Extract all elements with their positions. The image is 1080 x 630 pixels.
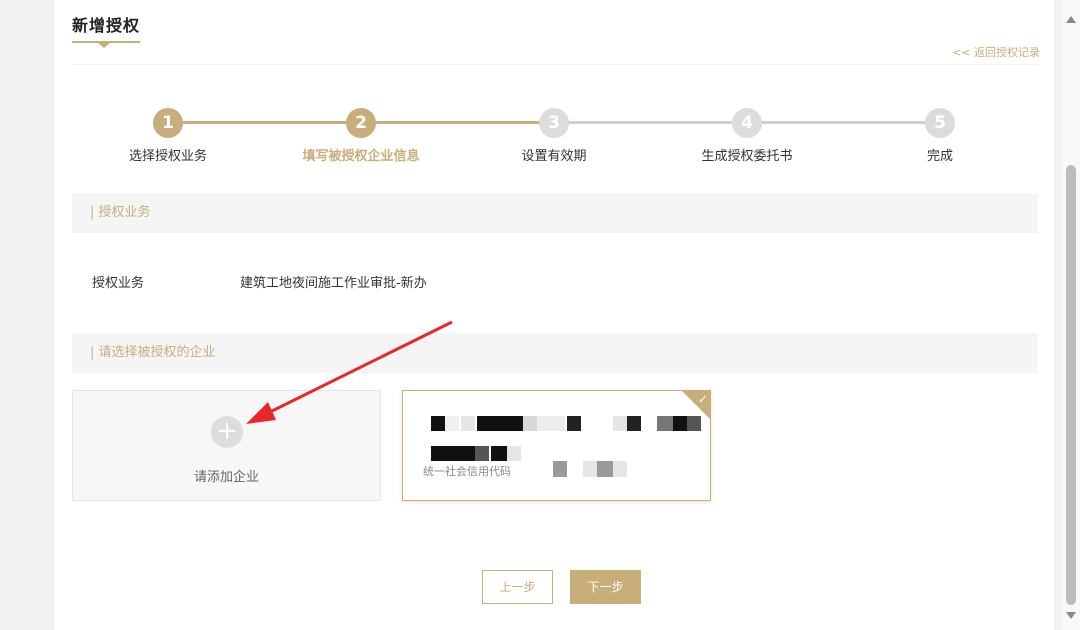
company-card-selected[interactable]: ✓ 统一社会信用代码 (402, 390, 711, 501)
vertical-scrollbar[interactable] (1062, 0, 1080, 630)
redacted-block (477, 416, 523, 431)
scroll-thumb[interactable] (1066, 165, 1076, 605)
title-block: 新增授权 (72, 12, 141, 48)
redacted-block (627, 416, 641, 431)
step-2: 2 填写被授权企业信息 (301, 108, 421, 164)
step-5-label: 完成 (926, 149, 953, 164)
redacted-block (431, 446, 475, 461)
section-header-select-company: | 请选择被授权的企业 (72, 333, 1038, 373)
scroll-up-arrow-icon[interactable] (1066, 16, 1076, 23)
step-3-label: 设置有效期 (521, 149, 587, 164)
redacted-block (613, 461, 627, 477)
redacted-block (613, 416, 627, 431)
back-to-records-link[interactable]: << 返回授权记录 (952, 44, 1040, 60)
section-header-auth-business: | 授权业务 (72, 193, 1038, 233)
redacted-block (445, 416, 459, 431)
step-2-label: 填写被授权企业信息 (302, 149, 420, 164)
redacted-block (673, 416, 687, 431)
redacted-block (475, 446, 489, 461)
redacted-block (431, 416, 445, 431)
step-1-label: 选择授权业务 (128, 149, 207, 164)
step-1: 1 选择授权业务 (108, 108, 228, 164)
redacted-block (491, 446, 507, 461)
step-3: 3 设置有效期 (494, 108, 614, 164)
redacted-block (597, 461, 613, 477)
redacted-block (687, 416, 701, 431)
step-2-circle: 2 (346, 108, 376, 138)
scroll-down-arrow-icon[interactable] (1066, 612, 1076, 619)
next-step-button[interactable]: 下一步 (570, 570, 641, 604)
redacted-credit-code (553, 461, 633, 477)
step-4-label: 生成授权委托书 (701, 149, 793, 164)
redacted-block (567, 416, 581, 431)
step-5: 5 完成 (880, 108, 1000, 164)
step-4-circle: 4 (732, 108, 762, 138)
title-caret-icon (98, 43, 110, 48)
step-1-circle: 1 (153, 108, 183, 138)
auth-business-label: 授权业务 (92, 276, 145, 291)
progress-stepper: 1 选择授权业务 2 填写被授权企业信息 3 设置有效期 4 生成授权委托书 5… (108, 108, 1028, 168)
step-4: 4 生成授权委托书 (687, 108, 807, 164)
step-5-circle: 5 (925, 108, 955, 138)
prev-step-button[interactable]: 上一步 (482, 570, 553, 604)
redacted-company-name (403, 391, 710, 461)
step-3-circle: 3 (539, 108, 569, 138)
page-container: 新增授权 << 返回授权记录 1 选择授权业务 2 填写被授权企业信息 3 设置… (54, 0, 1054, 630)
add-company-card[interactable]: + 请添加企业 (72, 390, 381, 501)
page-title: 新增授权 (72, 16, 141, 35)
title-divider (72, 64, 1038, 65)
redacted-block (657, 416, 673, 431)
redacted-block (537, 416, 565, 431)
auth-business-value: 建筑工地夜间施工作业审批-新办 (240, 276, 427, 291)
redacted-block (461, 416, 475, 431)
redacted-block (523, 416, 537, 431)
add-company-label: 请添加企业 (193, 470, 259, 485)
redacted-block (507, 446, 521, 461)
redacted-block (553, 461, 567, 477)
plus-circle-icon: + (211, 416, 243, 448)
redacted-block (583, 461, 597, 477)
credit-code-label: 统一社会信用代码 (423, 465, 511, 478)
